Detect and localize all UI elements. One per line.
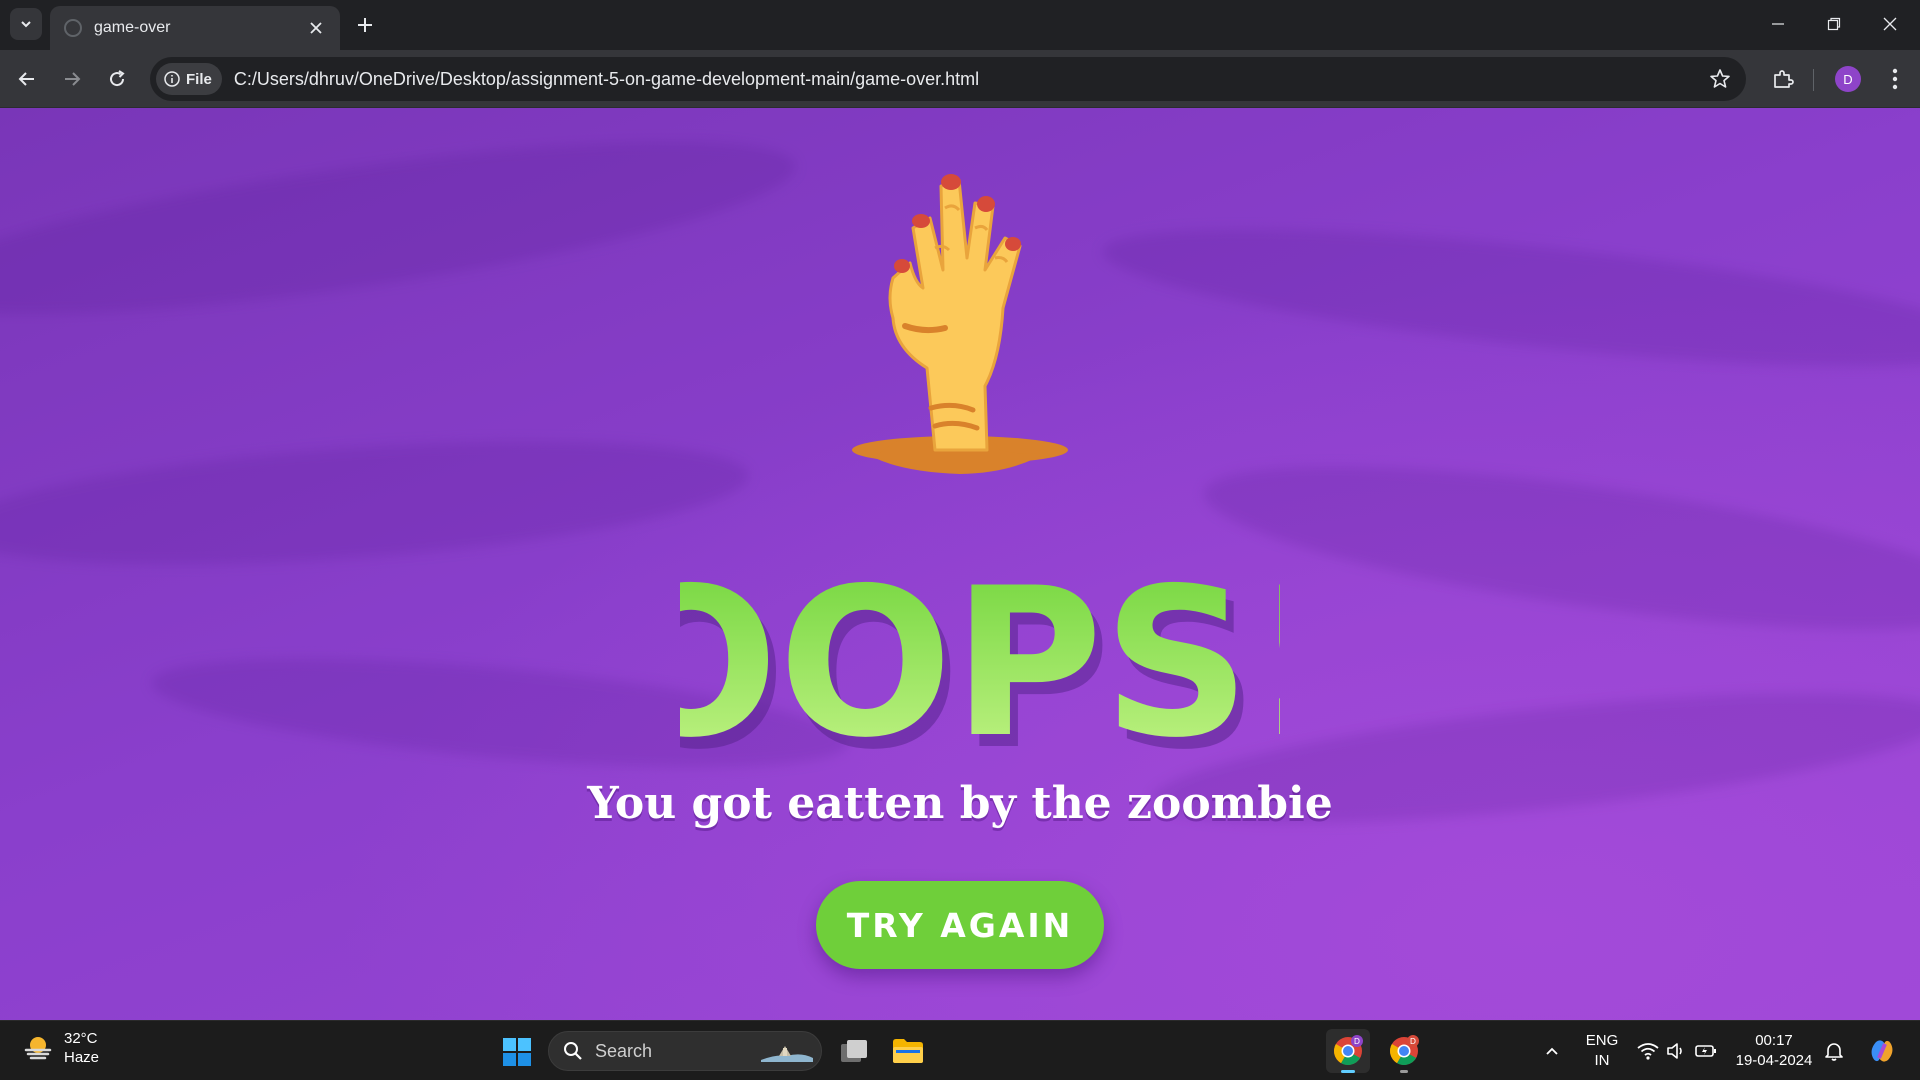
globe-icon [64,19,82,37]
background-swirl [1195,432,1920,664]
weather-temp: 32°C [64,1030,98,1047]
chrome-profile-taskbar-button[interactable]: D [1382,1029,1426,1073]
battery-status[interactable] [1694,1039,1718,1063]
weather-widget[interactable]: 32°C Haze [22,1029,99,1067]
close-icon [310,22,322,34]
try-again-button[interactable]: TRY AGAIN [816,881,1104,969]
bookmark-star-icon[interactable] [1708,67,1732,91]
chrome-profile-icon: D [1390,1035,1419,1065]
back-button[interactable] [10,62,44,96]
battery-charging-icon [1695,1045,1716,1057]
zombie-hand-illustration [852,174,1068,474]
arrow-right-icon [65,72,81,86]
search-placeholder: Search [595,1040,653,1061]
restore-icon [1827,17,1841,31]
background-swirl [0,108,804,351]
url-text[interactable]: C:/Users/dhruv/OneDrive/Desktop/assignme… [234,69,979,90]
site-info-chip[interactable]: File [156,63,222,95]
active-app-indicator [1341,1070,1355,1073]
language-indicator[interactable]: ENG IN [1582,1031,1622,1071]
chrome-icon: D [1334,1035,1363,1065]
extensions-button[interactable] [1766,62,1800,96]
speaker-icon [1667,1043,1682,1059]
tab-title: game-over [94,19,171,36]
bell-icon [1825,1043,1843,1061]
oops-text: OOPS! [680,545,1280,783]
minimize-icon [1772,23,1784,25]
chevron-up-icon [1546,1047,1558,1055]
volume-status[interactable] [1664,1039,1688,1063]
wifi-icon [1637,1043,1659,1060]
close-window-button[interactable] [1862,0,1918,48]
wifi-status[interactable] [1636,1039,1660,1063]
task-view-icon [841,1040,867,1062]
svg-text:D: D [1354,1037,1360,1046]
sun-haze-icon [24,1037,52,1060]
reload-icon [110,70,125,87]
game-over-page: OOPS! OOPS! You got eatten by the zoombi… [0,108,1920,1020]
taskbar-search[interactable]: Search [548,1031,822,1071]
tab-close-button[interactable] [304,16,328,40]
search-icon [564,1042,582,1060]
close-icon [1883,17,1897,31]
windows-start-icon[interactable] [502,1037,532,1067]
browser-toolbar: File C:/Users/dhruv/OneDrive/Desktop/ass… [0,50,1920,108]
arrow-left-icon [18,72,34,86]
copilot-button[interactable] [1866,1035,1898,1067]
tab-search-button[interactable] [10,8,42,40]
new-tab-button[interactable] [350,10,380,40]
search-highlight-illustration [761,1046,813,1062]
running-app-indicator [1400,1070,1408,1073]
language-code: ENG [1585,1032,1619,1049]
copilot-icon [1871,1040,1893,1062]
file-explorer-button[interactable] [886,1029,930,1073]
task-view-button[interactable] [832,1029,876,1073]
plus-icon [358,18,372,32]
svg-text:D: D [1410,1037,1416,1046]
more-vertical-icon [1892,68,1898,90]
clock[interactable]: 00:17 19-04-2024 [1732,1031,1816,1071]
chrome-taskbar-button[interactable]: D [1326,1029,1370,1073]
forward-button[interactable] [55,62,89,96]
reload-button[interactable] [100,62,134,96]
address-bar[interactable]: File C:/Users/dhruv/OneDrive/Desktop/ass… [150,57,1746,101]
puzzle-icon [1774,70,1794,88]
clock-time: 00:17 [1755,1032,1793,1049]
weather-condition: Haze [64,1049,100,1066]
toolbar-divider [1813,69,1814,91]
info-icon [164,71,180,87]
site-info-label: File [186,70,212,88]
minimize-button[interactable] [1750,0,1806,48]
windows-taskbar: 32°C Haze Search D D ENG IN 00:17 19-04-… [0,1020,1920,1080]
profile-avatar[interactable]: D [1835,66,1861,92]
chevron-down-icon [21,21,31,28]
notifications-button[interactable] [1822,1039,1846,1063]
background-swirl [0,420,753,586]
browser-tab[interactable]: game-over [50,6,340,50]
keyboard-region: IN [1594,1052,1610,1069]
game-over-message: You got eatten by the zoombie [587,778,1333,829]
show-hidden-icons-button[interactable] [1540,1039,1564,1063]
restore-button[interactable] [1806,0,1862,48]
clock-date: 19-04-2024 [1735,1052,1813,1069]
browser-tab-strip: game-over [0,0,1920,50]
file-explorer-icon [893,1039,923,1063]
background-swirl [1097,201,1920,395]
browser-menu-button[interactable] [1880,62,1910,96]
